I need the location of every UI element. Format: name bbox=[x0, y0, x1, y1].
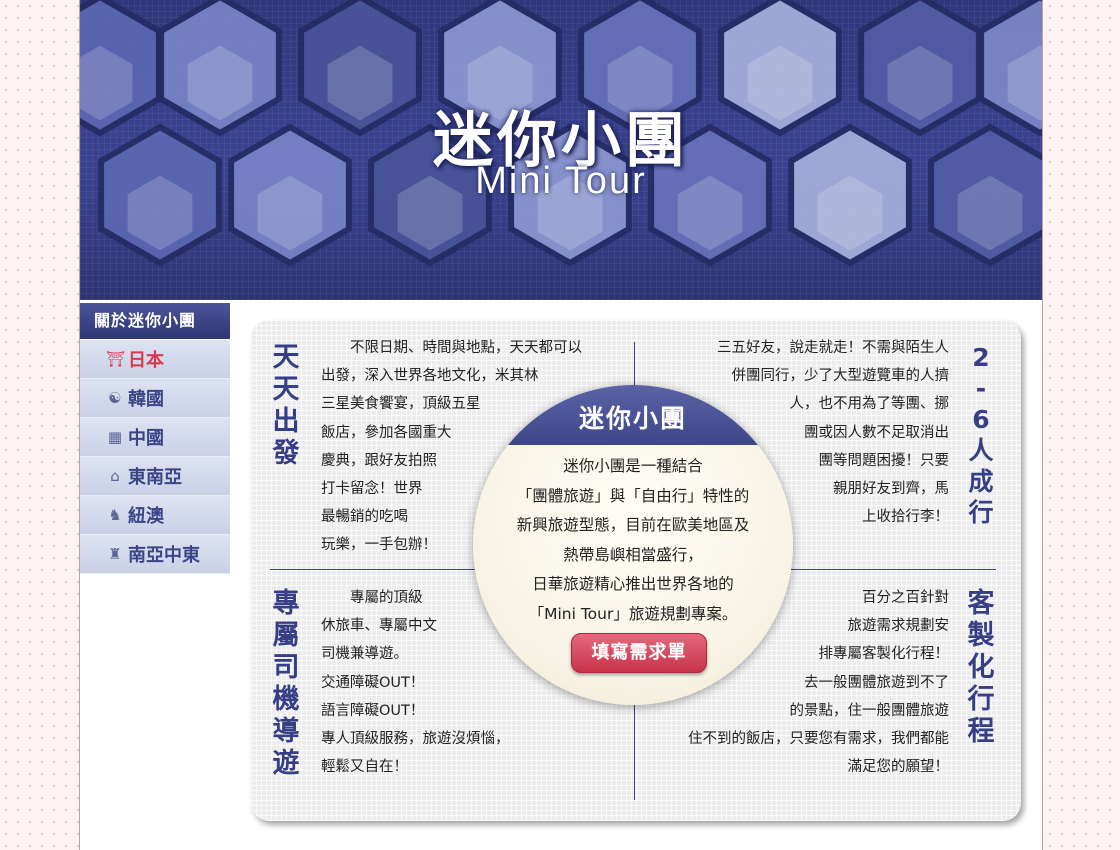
sidebar-item-label: 中國 bbox=[128, 428, 164, 449]
page-container: 迷你小團 Mini Tour 關於迷你小團 ⛩ 日本 ☯ 韓國 ▦ 中國 ⌂ 東… bbox=[79, 0, 1043, 850]
sidebar-item-oceania[interactable]: ♞ 紐澳 bbox=[80, 496, 230, 535]
sidebar-item-label: 東南亞 bbox=[128, 467, 182, 488]
sidebar-item-label: 紐澳 bbox=[128, 506, 164, 527]
hero-banner: 迷你小團 Mini Tour bbox=[80, 0, 1042, 300]
fill-request-form-button[interactable]: 填寫需求單 bbox=[571, 633, 707, 673]
intro-text: 迷你小團是一種結合 「團體旅遊」與「自由行」特性的 新興旅遊型態，目前在歐美地區… bbox=[516, 457, 750, 623]
intro-circle: 迷你小團 迷你小團是一種結合 「團體旅遊」與「自由行」特性的 新興旅遊型態，目前… bbox=[473, 385, 793, 705]
banner-subtitle: Mini Tour bbox=[475, 160, 647, 202]
kangaroo-icon: ♞ bbox=[108, 506, 122, 524]
torii-icon: ⛩ bbox=[106, 350, 126, 368]
sidebar-item-label: 日本 bbox=[128, 350, 164, 371]
statue-icon: ♜ bbox=[108, 545, 122, 563]
sidebar-item-china[interactable]: ▦ 中國 bbox=[80, 418, 230, 457]
sidebar-header[interactable]: 關於迷你小團 bbox=[80, 303, 230, 339]
intro-title: 迷你小團 bbox=[473, 385, 793, 445]
heading-daily-departure: 天 天 出 發 bbox=[272, 342, 300, 469]
temple-icon: ⌂ bbox=[110, 467, 120, 485]
sidebar-item-south-asia-middle-east[interactable]: ♜ 南亞中東 bbox=[80, 535, 230, 574]
sidebar-item-korea[interactable]: ☯ 韓國 bbox=[80, 379, 230, 418]
swirl-icon: ☯ bbox=[108, 389, 122, 407]
sidebar-item-label: 南亞中東 bbox=[128, 545, 200, 566]
sidebar-nav: ⛩ 日本 ☯ 韓國 ▦ 中國 ⌂ 東南亞 ♞ 紐澳 ♜ 南亞中東 bbox=[80, 340, 230, 574]
features-panel: 天 天 出 發 不限日期、時間與地點，天天都可以 出發，深入世界各地文化，米其林… bbox=[251, 320, 1021, 821]
sidebar-item-label: 韓國 bbox=[128, 389, 164, 410]
heading-custom-itinerary: 客 製 化 行 程 bbox=[967, 588, 995, 747]
sidebar-item-japan[interactable]: ⛩ 日本 bbox=[80, 340, 230, 379]
heading-private-driver: 專 屬 司 機 導 遊 bbox=[272, 588, 300, 779]
heading-group-size: 2 - 6 人 成 行 bbox=[968, 343, 994, 527]
map-icon: ▦ bbox=[107, 428, 123, 446]
sidebar-item-southeast-asia[interactable]: ⌂ 東南亞 bbox=[80, 457, 230, 496]
